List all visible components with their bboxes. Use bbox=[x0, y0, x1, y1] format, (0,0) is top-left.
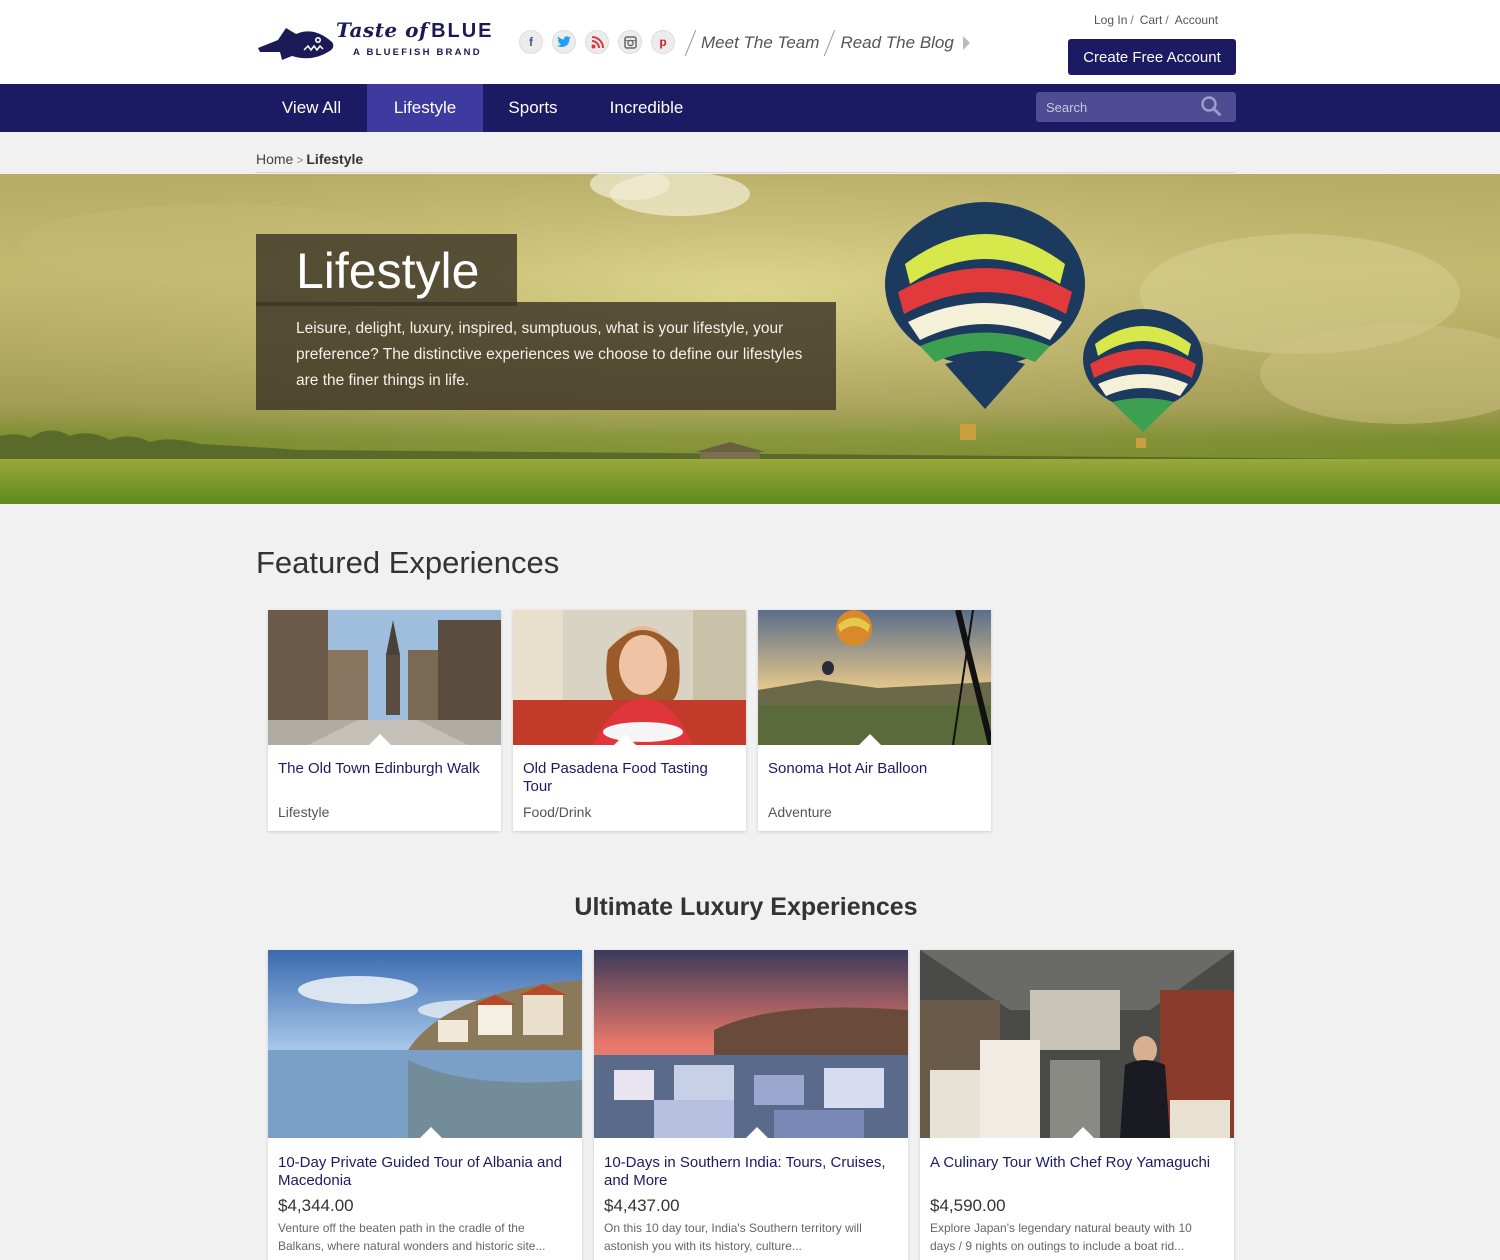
card-description: Explore Japan's legendary natural beauty… bbox=[930, 1221, 1192, 1253]
divider-slash bbox=[684, 29, 697, 57]
search-input[interactable] bbox=[1036, 92, 1196, 122]
featured-heading: Featured Experiences bbox=[256, 545, 560, 580]
top-nav: Meet The Team Read The Blog bbox=[684, 29, 970, 57]
card-description: Venture off the beaten path in the cradl… bbox=[278, 1221, 546, 1253]
luxury-card[interactable]: 10-Day Private Guided Tour of Albania an… bbox=[268, 950, 582, 1260]
card-title[interactable]: The Old Town Edinburgh Walk bbox=[278, 760, 493, 778]
card-title[interactable]: Sonoma Hot Air Balloon bbox=[768, 760, 983, 778]
utility-separator: / bbox=[1130, 13, 1134, 27]
divider-slash bbox=[824, 29, 836, 57]
card-description: On this 10 day tour, India's Southern te… bbox=[604, 1221, 862, 1253]
hero-banner: Lifestyle Leisure, delight, luxury, insp… bbox=[0, 174, 1500, 504]
luxury-card[interactable]: A Culinary Tour With Chef Roy Yamaguchi … bbox=[920, 950, 1234, 1260]
card-title[interactable]: Old Pasadena Food Tasting Tour bbox=[523, 760, 738, 796]
breadcrumb-separator: > bbox=[296, 153, 304, 167]
hero-description-box: Leisure, delight, luxury, inspired, sump… bbox=[256, 302, 836, 410]
logo-title-bold: BLUE bbox=[431, 20, 494, 42]
card-category: Adventure bbox=[768, 804, 832, 820]
card-notch bbox=[420, 1127, 442, 1138]
search-icon[interactable] bbox=[1200, 95, 1222, 117]
fish-logo-icon bbox=[258, 28, 334, 60]
card-category: Lifestyle bbox=[278, 804, 330, 820]
card-title[interactable]: 10-Days in Southern India: Tours, Cruise… bbox=[604, 1154, 900, 1190]
utility-separator: / bbox=[1165, 13, 1169, 27]
nav-item-incredible[interactable]: Incredible bbox=[583, 84, 710, 132]
account-link[interactable]: Account bbox=[1175, 13, 1218, 27]
pinterest-icon[interactable]: p bbox=[651, 30, 675, 54]
card-notch bbox=[369, 734, 391, 745]
card-price: $4,344.00 bbox=[278, 1196, 354, 1215]
site-logo[interactable]: Taste of BLUE A BLUEFISH BRAND bbox=[256, 16, 506, 66]
logo-tagline: A BLUEFISH BRAND bbox=[353, 47, 482, 58]
site-header: Taste of BLUE A BLUEFISH BRAND f p Meet T… bbox=[0, 0, 1500, 84]
card-notch bbox=[1072, 1127, 1094, 1138]
card-image-albania bbox=[268, 950, 582, 1138]
create-account-button[interactable]: Create Free Account bbox=[1068, 39, 1236, 75]
rss-icon[interactable] bbox=[585, 30, 609, 54]
card-title[interactable]: 10-Day Private Guided Tour of Albania an… bbox=[278, 1154, 574, 1190]
logo-title-script: Taste of bbox=[336, 18, 429, 42]
hero-description: Leisure, delight, luxury, inspired, sump… bbox=[296, 320, 803, 389]
card-notch bbox=[746, 1127, 768, 1138]
nav-item-view-all[interactable]: View All bbox=[256, 84, 367, 132]
card-category: Food/Drink bbox=[523, 804, 592, 820]
card-title[interactable]: A Culinary Tour With Chef Roy Yamaguchi bbox=[930, 1154, 1226, 1172]
nav-item-sports[interactable]: Sports bbox=[483, 84, 583, 132]
breadcrumb: Home > Lifestyle bbox=[256, 151, 363, 167]
card-notch bbox=[859, 734, 881, 745]
hero-title: Lifestyle bbox=[296, 243, 480, 299]
main-nav: View All Lifestyle Sports Incredible bbox=[0, 84, 1500, 132]
twitter-icon[interactable] bbox=[552, 30, 576, 54]
featured-card[interactable]: Sonoma Hot Air Balloon Adventure bbox=[758, 610, 991, 831]
nav-item-lifestyle[interactable]: Lifestyle bbox=[367, 84, 483, 132]
featured-card[interactable]: The Old Town Edinburgh Walk Lifestyle bbox=[268, 610, 501, 831]
logo-title: Taste of BLUE bbox=[336, 18, 494, 43]
card-image-sonoma bbox=[758, 610, 991, 745]
facebook-icon[interactable]: f bbox=[519, 30, 543, 54]
card-price: $4,437.00 bbox=[604, 1196, 680, 1215]
read-blog-link[interactable]: Read The Blog bbox=[840, 33, 953, 53]
card-image-india bbox=[594, 950, 908, 1138]
instagram-icon[interactable] bbox=[618, 30, 642, 54]
social-links: f p bbox=[519, 30, 675, 54]
card-image-pasadena bbox=[513, 610, 746, 745]
card-image-japan-market bbox=[920, 950, 1234, 1138]
breadcrumb-current: Lifestyle bbox=[306, 151, 364, 167]
breadcrumb-home[interactable]: Home bbox=[256, 151, 293, 167]
cart-link[interactable]: Cart bbox=[1140, 13, 1163, 27]
card-notch bbox=[614, 734, 636, 745]
login-link[interactable]: Log In bbox=[1094, 13, 1127, 27]
card-price: $4,590.00 bbox=[930, 1196, 1006, 1215]
caret-right-icon bbox=[962, 36, 970, 50]
luxury-card[interactable]: 10-Days in Southern India: Tours, Cruise… bbox=[594, 950, 908, 1260]
utility-links: Log In / Cart / Account bbox=[1094, 13, 1218, 27]
card-image-edinburgh bbox=[268, 610, 501, 745]
luxury-heading: Ultimate Luxury Experiences bbox=[574, 893, 918, 921]
featured-card[interactable]: Old Pasadena Food Tasting Tour Food/Drin… bbox=[513, 610, 746, 831]
breadcrumb-divider bbox=[256, 172, 1236, 173]
hero-title-box: Lifestyle bbox=[256, 234, 517, 306]
meet-team-link[interactable]: Meet The Team bbox=[701, 33, 819, 53]
